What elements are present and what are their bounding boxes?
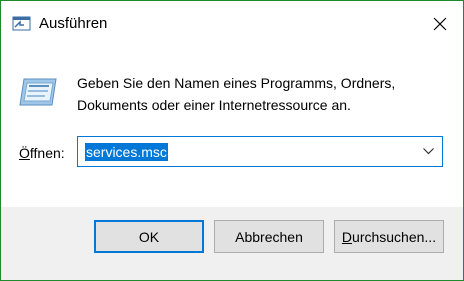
chevron-down-icon	[422, 148, 434, 155]
window-title: Ausführen	[39, 15, 108, 32]
browse-label: urchsuchen...	[352, 228, 437, 245]
open-combobox[interactable]: services.msc	[77, 136, 443, 167]
browse-mnemonic: D	[341, 228, 353, 245]
open-input-value[interactable]: services.msc	[85, 143, 168, 161]
close-button[interactable]	[417, 1, 463, 47]
run-app-icon	[12, 16, 31, 31]
dialog-description: Geben Sie den Namen eines Programms, Ord…	[77, 75, 396, 113]
title-bar[interactable]: Ausführen	[1, 1, 463, 47]
open-label: Öffnen:	[19, 145, 65, 161]
open-label-mnemonic: Ö	[19, 145, 30, 161]
browse-button[interactable]: Durchsuchen...	[334, 220, 444, 253]
open-label-text: ffnen:	[29, 145, 65, 161]
dropdown-button[interactable]	[417, 137, 439, 166]
cancel-button[interactable]: Abbrechen	[214, 220, 324, 253]
dialog-body: Geben Sie den Namen eines Programms, Ord…	[1, 47, 463, 207]
run-dialog: Ausführen Geben Sie den Namen eines Prog…	[0, 0, 464, 281]
close-icon	[433, 17, 447, 31]
ok-button[interactable]: OK	[94, 220, 204, 253]
run-program-icon	[19, 78, 57, 106]
